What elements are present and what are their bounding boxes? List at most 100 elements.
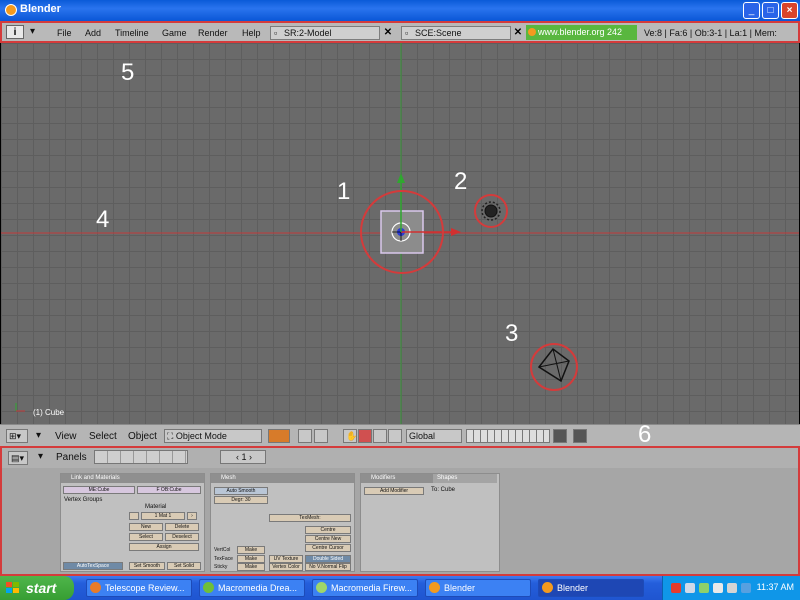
scene-selector[interactable]: ▫ SCE:Scene: [401, 26, 511, 40]
menu-add[interactable]: Add: [85, 28, 101, 38]
messenger-icon[interactable]: [741, 583, 751, 593]
material-delete-button[interactable]: Delete: [165, 523, 199, 531]
centre-new-button[interactable]: Centre New: [305, 535, 351, 543]
texface-make-button[interactable]: Make: [237, 555, 265, 563]
close-button[interactable]: ×: [781, 2, 798, 19]
task-macromedia-fireworks[interactable]: Macromedia Firew...: [312, 579, 418, 597]
menu-game[interactable]: Game: [162, 28, 187, 38]
task-blender-2[interactable]: Blender: [538, 579, 644, 597]
fireworks-icon: [316, 582, 327, 593]
context-buttons[interactable]: [94, 450, 188, 464]
minimize-button[interactable]: _: [743, 2, 760, 19]
rotate-widget-icon[interactable]: [373, 429, 387, 443]
maximize-button[interactable]: □: [762, 2, 779, 19]
3d-viewport[interactable]: 5 4 1 2 3 (1) Cube: [1, 43, 799, 424]
menu-select[interactable]: Select: [89, 431, 117, 442]
screen-delete-icon[interactable]: ✕: [382, 26, 394, 40]
system-tray: 11:37 AM: [662, 576, 800, 600]
modifiers-panel: Modifiers Shapes Add Modifier To: Cube: [360, 473, 500, 572]
dreamweaver-icon: [203, 582, 214, 593]
material-next-icon[interactable]: ›: [187, 512, 197, 520]
buttons-type-icon[interactable]: ▤▾: [8, 451, 28, 465]
collapse-triangle-icon[interactable]: ▾: [36, 430, 41, 441]
display-icon[interactable]: [727, 583, 737, 593]
network-icon[interactable]: [685, 583, 695, 593]
layer-lock-button[interactable]: [553, 429, 567, 443]
layer-buttons[interactable]: [466, 429, 550, 443]
add-modifier-button[interactable]: Add Modifier: [364, 487, 424, 495]
texmesh-field[interactable]: TexMesh:: [269, 514, 351, 522]
collapse-triangle-icon[interactable]: ▾: [30, 26, 35, 37]
menu-view[interactable]: View: [55, 431, 77, 442]
screen-selector[interactable]: ▫ SR:2-Model: [270, 26, 380, 40]
collapse-triangle-icon[interactable]: ▾: [38, 451, 43, 462]
material-deselect-button[interactable]: Deselect: [165, 533, 199, 541]
task-blender-1[interactable]: Blender: [425, 579, 531, 597]
sticky-label: Sticky: [214, 564, 228, 570]
no-vnormal-flip-toggle[interactable]: No V.Normal Flip: [305, 563, 351, 571]
object-datablock-field[interactable]: F OB:Cube: [137, 486, 201, 494]
sticky-make-button[interactable]: Make: [237, 563, 265, 571]
set-solid-button[interactable]: Set Solid: [167, 562, 201, 570]
link-materials-panel: Link and Materials ME:Cube F OB:Cube Ver…: [60, 473, 205, 572]
active-object-label: (1) Cube: [33, 408, 65, 417]
annotation-2: 2: [454, 168, 468, 195]
lamp-object: [484, 204, 498, 218]
double-sided-toggle[interactable]: Double Sided: [305, 555, 351, 563]
set-smooth-button[interactable]: Set Smooth: [129, 562, 165, 570]
menu-render[interactable]: Render: [198, 28, 228, 38]
vertex-color-button[interactable]: Vertex Color: [269, 563, 303, 571]
object-mode-icon: ⛶: [167, 431, 176, 441]
mesh-panel: Mesh Auto Smooth Degr: 30 TexMesh: Centr…: [210, 473, 355, 572]
menu-timeline[interactable]: Timeline: [115, 28, 149, 38]
task-macromedia-dreamweaver[interactable]: Macromedia Drea...: [199, 579, 305, 597]
screen-browse-icon: ▫: [274, 28, 278, 38]
buttons-window: ▤▾ ▾ Panels ‹ 1 › Link and Materials ME:…: [0, 446, 800, 576]
annotation-6: 6: [638, 421, 652, 448]
pivot-icon[interactable]: [298, 429, 312, 443]
window-type-icon[interactable]: i: [6, 25, 24, 39]
hand-widget-icon[interactable]: ✋: [343, 429, 357, 443]
degr-field[interactable]: Degr: 30: [214, 496, 268, 504]
blender-url-link[interactable]: www.blender.org 242: [526, 25, 637, 40]
antivirus-icon[interactable]: [671, 583, 681, 593]
frame-next-icon: ›: [246, 452, 252, 462]
material-color-swatch[interactable]: [129, 512, 139, 520]
task-telescope-review[interactable]: Telescope Review...: [86, 579, 192, 597]
mode-selector[interactable]: ⛶ Object Mode: [164, 429, 262, 443]
scale-widget-icon[interactable]: [388, 429, 402, 443]
scene-stats: Ve:8 | Fa:6 | Ob:3-1 | La:1 | Mem:: [644, 28, 777, 38]
windows-logo-icon: [6, 582, 19, 593]
window-title-bar[interactable]: Blender _ □ ×: [0, 0, 800, 21]
tab-shapes[interactable]: Shapes: [433, 474, 497, 483]
volume-icon[interactable]: [713, 583, 723, 593]
menu-help[interactable]: Help: [242, 28, 261, 38]
safely-remove-icon[interactable]: [699, 583, 709, 593]
start-button[interactable]: start: [0, 576, 74, 600]
material-index-field[interactable]: 1 Mat 1: [141, 512, 185, 520]
mesh-datablock-field[interactable]: ME:Cube: [63, 486, 135, 494]
autotexspace-toggle[interactable]: AutoTexSpace: [63, 562, 123, 570]
scene-delete-icon[interactable]: ✕: [512, 26, 524, 40]
menu-file[interactable]: File: [57, 28, 72, 38]
menu-object[interactable]: Object: [128, 431, 157, 442]
frame-field[interactable]: ‹ 1 ›: [220, 450, 266, 464]
uv-texture-button[interactable]: UV Texture: [269, 555, 303, 563]
translate-widget-icon[interactable]: [358, 429, 372, 443]
draw-type-icon[interactable]: [268, 429, 290, 443]
material-new-button[interactable]: New: [129, 523, 163, 531]
vertcol-make-button[interactable]: Make: [237, 546, 265, 554]
texface-label: TexFace: [214, 556, 233, 562]
scene-browse-icon: ▫: [405, 28, 409, 38]
orientation-selector[interactable]: Global: [406, 429, 462, 443]
centre-cursor-button[interactable]: Centre Cursor: [305, 544, 351, 552]
view-type-icon[interactable]: ⊞▾: [6, 429, 28, 443]
tab-modifiers[interactable]: Modifiers: [361, 474, 441, 483]
material-assign-button[interactable]: Assign: [129, 543, 199, 551]
material-select-button[interactable]: Select: [129, 533, 163, 541]
buttons-header: ▤▾ ▾ Panels ‹ 1 ›: [2, 448, 798, 468]
layer-lock-icon[interactable]: [314, 429, 328, 443]
centre-button[interactable]: Centre: [305, 526, 351, 534]
auto-smooth-toggle[interactable]: Auto Smooth: [214, 487, 268, 495]
render-preview-icon[interactable]: [573, 429, 587, 443]
